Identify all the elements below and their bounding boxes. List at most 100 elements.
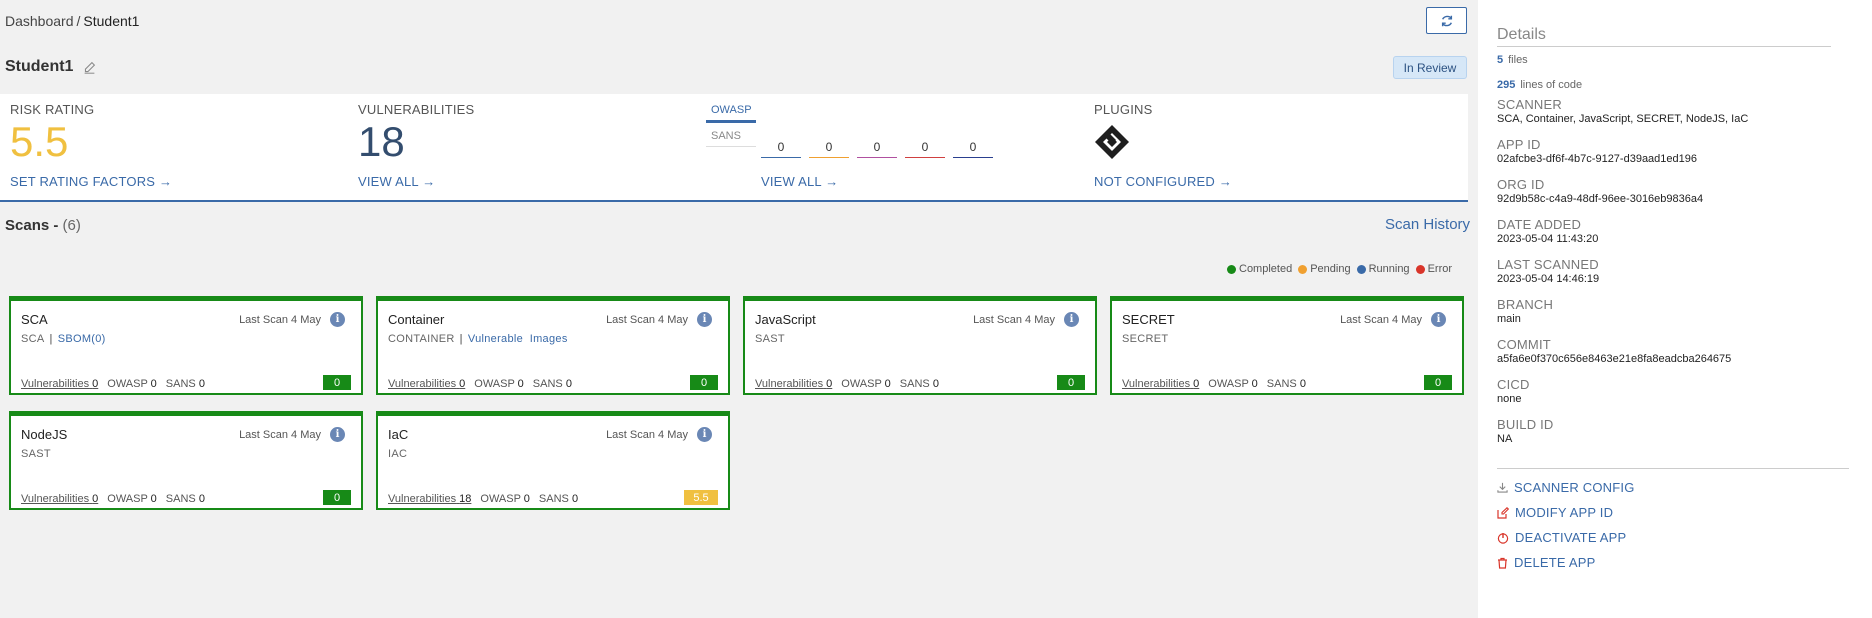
sans-label: SANS (1266, 378, 1297, 390)
vulnerabilities-link[interactable]: Vulnerabilities 0 (21, 493, 98, 505)
arrow-right-icon: → (1218, 174, 1233, 189)
date-added-value: 2023-05-04 11:43:20 (1497, 233, 1599, 245)
deactivate-app-button[interactable]: DEACTIVATE APP (1497, 525, 1849, 550)
scan-card-footer: Vulnerabilities 0 OWASP 0 SANS 0 (388, 378, 572, 390)
files-label: files (1508, 54, 1528, 66)
sbom-link[interactable]: SBOM(0) (58, 333, 106, 345)
details-fields: SCANNER SCA, Container, JavaScript, SECR… (1497, 97, 1837, 446)
files-stat: 5 files (1497, 53, 1837, 78)
scan-card-nodejs[interactable]: NodeJS Last Scan 4 May i SAST Vulnerabil… (9, 411, 363, 510)
tab-owasp[interactable]: OWASP (706, 100, 756, 123)
cicd-value: none (1497, 393, 1522, 405)
vulnerabilities-link[interactable]: Vulnerabilities 0 (388, 378, 465, 390)
app-id-value: 02afcbe3-df6f-4b7c-9127-d39aad1ed196 (1497, 153, 1697, 165)
delete-app-label: DELETE APP (1514, 555, 1596, 570)
scanner-value: SCA, Container, JavaScript, SECRET, Node… (1497, 113, 1749, 125)
info-icon[interactable]: i (330, 312, 345, 327)
sans-label: SANS (165, 493, 196, 505)
info-icon[interactable]: i (697, 427, 712, 442)
plugins-not-configured-link[interactable]: NOT CONFIGURED → (1094, 174, 1232, 189)
risk-rating-label: RISK RATING (10, 102, 95, 117)
breadcrumb-current: Student1 (83, 13, 140, 29)
scans-heading: Scans - (6) (5, 217, 81, 234)
scan-card-title: NodeJS (21, 427, 68, 442)
refresh-button[interactable] (1426, 7, 1467, 34)
scan-card-type: SAST (21, 448, 51, 460)
vulnerabilities-label: Vulnerabilities (1122, 378, 1191, 390)
app-id-label: APP ID (1497, 137, 1541, 152)
vulnerabilities-view-all-label: VIEW ALL (358, 174, 419, 189)
breadcrumb: Dashboard / Student1 (5, 13, 139, 29)
tab-sans[interactable]: SANS (706, 126, 756, 147)
vulnerabilities-link[interactable]: Vulnerabilities 0 (755, 378, 832, 390)
breadcrumb-dashboard-link[interactable]: Dashboard (5, 13, 74, 29)
details-body: 5 files 295 lines of code SCANNER SCA, Con… (1497, 53, 1837, 457)
scan-card-javascript[interactable]: JavaScript Last Scan 4 May i SAST Vulner… (743, 296, 1097, 395)
info-icon[interactable]: i (1431, 312, 1446, 327)
legend-label: Error (1427, 263, 1453, 275)
vulnerabilities-label: Vulnerabilities (388, 493, 457, 505)
scan-card-type: SECRET (1122, 333, 1169, 345)
owasp-label: OWASP (107, 378, 148, 390)
error-dot-icon (1415, 264, 1425, 274)
standards-tabs: OWASP SANS (706, 100, 756, 147)
build-id-label: BUILD ID (1497, 417, 1554, 432)
vulnerabilities-count: 0 (92, 378, 99, 390)
info-icon[interactable]: i (330, 427, 345, 442)
sans-label: SANS (165, 378, 196, 390)
score-badge: 0 (1057, 375, 1085, 390)
scan-card-last-scan: Last Scan 4 May (973, 314, 1055, 326)
scan-card-sca[interactable]: SCA Last Scan 4 May i SCA | SBOM(0) Vulner… (9, 296, 363, 395)
download-icon (1497, 482, 1508, 493)
vulnerabilities-link[interactable]: Vulnerabilities 18 (388, 493, 471, 505)
branch-label: BRANCH (1497, 297, 1554, 312)
info-icon[interactable]: i (1064, 312, 1079, 327)
owasp-label: OWASP (841, 378, 882, 390)
vulnerabilities-value: 18 (358, 118, 405, 165)
commit-label: COMMIT (1497, 337, 1551, 352)
files-count: 5 (1497, 54, 1504, 66)
scan-card-iac[interactable]: IaC Last Scan 4 May i IAC Vulnerabilitie… (376, 411, 730, 510)
vulnerable-images-link[interactable]: Vulnerable Images (468, 333, 568, 345)
edit-icon[interactable] (83, 61, 96, 74)
owasp-count: 0 (523, 493, 530, 505)
standards-counters: 0 0 0 0 0 (761, 140, 993, 158)
sans-count: 0 (565, 378, 572, 390)
pipe-separator: | (459, 333, 463, 345)
scan-card-secret[interactable]: SECRET Last Scan 4 May i SECRET Vulnerab… (1110, 296, 1464, 395)
scan-card-type: CONTAINER (388, 333, 455, 345)
arrow-right-icon: → (422, 174, 436, 189)
vulnerabilities-link[interactable]: Vulnerabilities 0 (21, 378, 98, 390)
page-title: Student1 (5, 58, 96, 76)
scanner-label: SCANNER (1497, 97, 1562, 112)
date-added-label: DATE ADDED (1497, 217, 1582, 232)
scan-card-footer: Vulnerabilities 0 OWASP 0 SANS 0 (755, 378, 939, 390)
scan-card-last-scan: Last Scan 4 May (606, 429, 688, 441)
modify-app-id-button[interactable]: MODIFY APP ID (1497, 500, 1849, 525)
owasp-count: 0 (1251, 378, 1258, 390)
info-icon[interactable]: i (697, 312, 712, 327)
owasp-label: OWASP (107, 493, 148, 505)
legend-pending: Pending (1298, 263, 1351, 275)
scan-history-link[interactable]: Scan History (1385, 216, 1470, 233)
vulnerabilities-label: Vulnerabilities (21, 493, 90, 505)
scan-card-last-scan: Last Scan 4 May (1340, 314, 1422, 326)
edit-icon (1497, 506, 1509, 519)
vulnerabilities-label: Vulnerabilities (21, 378, 90, 390)
scanner-config-button[interactable]: SCANNER CONFIG (1497, 475, 1849, 500)
scan-card-last-scan: Last Scan 4 May (606, 314, 688, 326)
cicd-label: CICD (1497, 377, 1530, 392)
legend-label: Completed (1239, 263, 1293, 275)
legend-running: Running (1356, 263, 1410, 275)
owasp-label: OWASP (474, 378, 515, 390)
vulnerabilities-link[interactable]: Vulnerabilities 0 (1122, 378, 1199, 390)
set-rating-factors-link[interactable]: SET RATING FACTORS → (10, 174, 172, 189)
branch-value: main (1497, 313, 1521, 325)
delete-app-button[interactable]: DELETE APP (1497, 550, 1849, 575)
vulnerabilities-view-all-link[interactable]: VIEW ALL → (358, 174, 435, 189)
owasp-count: 0 (884, 378, 891, 390)
scan-card-container[interactable]: Container Last Scan 4 May i CONTAINER | Vu… (376, 296, 730, 395)
owasp-label: OWASP (480, 493, 521, 505)
sans-label: SANS (532, 378, 563, 390)
standards-view-all-link[interactable]: VIEW ALL → (761, 174, 838, 189)
